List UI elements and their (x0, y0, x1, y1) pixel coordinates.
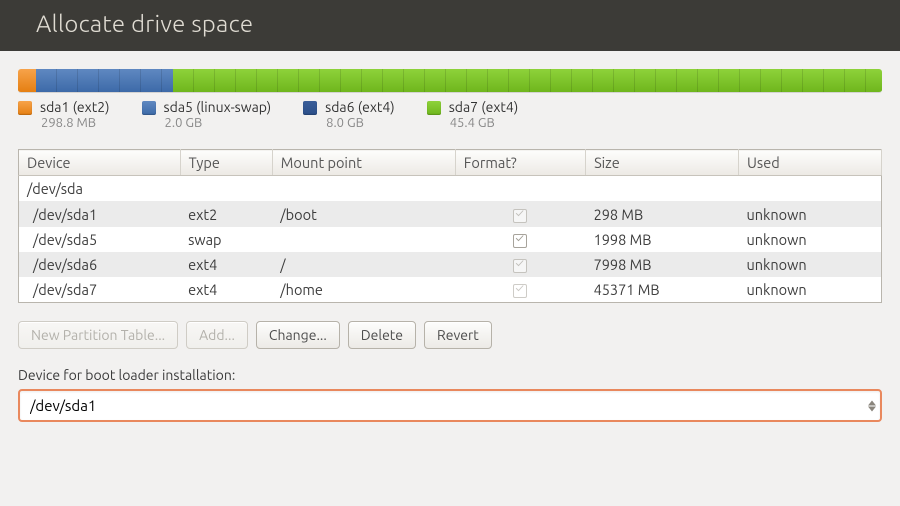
col-format[interactable]: Format? (455, 150, 585, 176)
disk-bar-segment (173, 69, 882, 92)
legend-item: sda6 (ext4)8.0 GB (303, 99, 395, 131)
partition-legend: sda1 (ext2)298.8 MB sda5 (linux-swap)2.0 … (18, 99, 882, 131)
new-partition-table-button[interactable]: New Partition Table... (18, 321, 178, 349)
cell-type (180, 176, 272, 202)
cell-mount (272, 176, 455, 202)
cell-device: /dev/sda (19, 176, 181, 202)
legend-label: sda1 (ext2) (40, 99, 110, 116)
bootloader-label: Device for boot loader installation: (18, 367, 882, 383)
cell-size: 1998 MB (586, 227, 739, 252)
legend-item: sda7 (ext4)45.4 GB (427, 99, 519, 131)
main-content: sda1 (ext2)298.8 MB sda5 (linux-swap)2.0 … (0, 51, 900, 432)
disk-bar-segment (36, 69, 173, 92)
cell-used: unknown (739, 252, 882, 277)
cell-used (739, 176, 882, 202)
add-button[interactable]: Add... (186, 321, 248, 349)
cell-device: /dev/sda6 (19, 252, 181, 277)
partition-actions: New Partition Table... Add... Change... … (18, 321, 882, 349)
cell-format (455, 176, 585, 202)
col-device[interactable]: Device (19, 150, 181, 176)
cell-type: ext4 (180, 252, 272, 277)
change-button[interactable]: Change... (256, 321, 340, 349)
col-mount[interactable]: Mount point (272, 150, 455, 176)
legend-item: sda5 (linux-swap)2.0 GB (142, 99, 272, 131)
format-checkbox (513, 284, 527, 298)
table-row[interactable]: /dev/sda1ext2/boot 298 MBunknown (19, 201, 882, 226)
cell-format (455, 201, 585, 226)
legend-label: sda7 (ext4) (449, 99, 519, 116)
table-header-row: Device Type Mount point Format? Size Use… (19, 150, 882, 176)
cell-type: ext4 (180, 277, 272, 303)
cell-format (455, 277, 585, 303)
disk-usage-bar (18, 69, 882, 93)
legend-size: 2.0 GB (164, 116, 272, 132)
revert-button[interactable]: Revert (424, 321, 492, 349)
legend-item: sda1 (ext2)298.8 MB (18, 99, 110, 131)
cell-mount: /boot (272, 201, 455, 226)
cell-type: ext2 (180, 201, 272, 226)
cell-type: swap (180, 227, 272, 252)
table-row[interactable]: /dev/sda5swap 1998 MBunknown (19, 227, 882, 252)
bootloader-select-wrap (18, 389, 882, 422)
cell-device: /dev/sda7 (19, 277, 181, 303)
format-checkbox[interactable] (513, 234, 527, 248)
bootloader-device-select[interactable] (18, 389, 882, 422)
cell-format (455, 252, 585, 277)
page-title: Allocate drive space (0, 0, 900, 51)
cell-size (586, 176, 739, 202)
cell-size: 298 MB (586, 201, 739, 226)
col-used[interactable]: Used (739, 150, 882, 176)
legend-swatch-icon (142, 101, 156, 115)
col-type[interactable]: Type (180, 150, 272, 176)
cell-device: /dev/sda5 (19, 227, 181, 252)
delete-button[interactable]: Delete (348, 321, 416, 349)
cell-mount: / (272, 252, 455, 277)
cell-used: unknown (739, 201, 882, 226)
disk-bar-segment (18, 69, 36, 92)
table-row[interactable]: /dev/sda (19, 176, 882, 202)
cell-used: unknown (739, 227, 882, 252)
cell-mount (272, 227, 455, 252)
table-row[interactable]: /dev/sda7ext4/home 45371 MBunknown (19, 277, 882, 303)
cell-format (455, 227, 585, 252)
cell-size: 45371 MB (586, 277, 739, 303)
cell-size: 7998 MB (586, 252, 739, 277)
table-row[interactable]: /dev/sda6ext4/ 7998 MBunknown (19, 252, 882, 277)
col-size[interactable]: Size (586, 150, 739, 176)
cell-device: /dev/sda1 (19, 201, 181, 226)
legend-swatch-icon (427, 101, 441, 115)
legend-label: sda6 (ext4) (325, 99, 395, 116)
cell-used: unknown (739, 277, 882, 303)
legend-size: 45.4 GB (449, 116, 519, 132)
legend-size: 8.0 GB (325, 116, 395, 132)
format-checkbox (513, 259, 527, 273)
legend-swatch-icon (18, 101, 32, 115)
cell-mount: /home (272, 277, 455, 303)
legend-swatch-icon (303, 101, 317, 115)
legend-size: 298.8 MB (40, 116, 110, 132)
legend-label: sda5 (linux-swap) (164, 99, 272, 116)
partition-table[interactable]: Device Type Mount point Format? Size Use… (18, 149, 882, 303)
page-title-text: Allocate drive space (36, 10, 253, 37)
format-checkbox (513, 209, 527, 223)
